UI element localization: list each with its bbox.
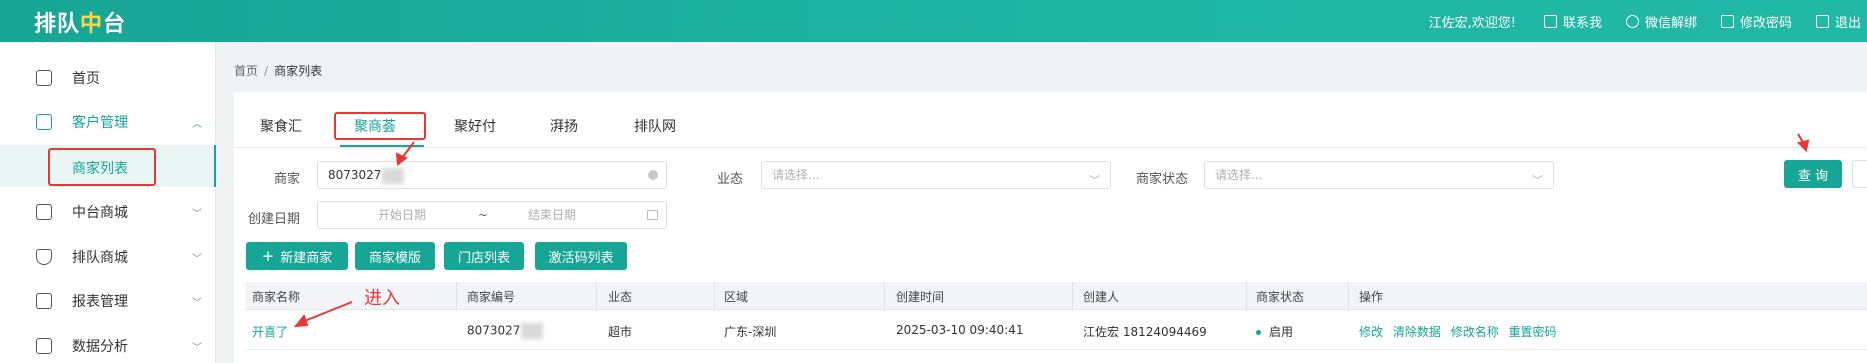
annotation-enter-label: 进入 xyxy=(364,288,400,309)
arrow-enter xyxy=(293,301,353,328)
arrow-tab xyxy=(395,141,415,166)
arrow-query xyxy=(1797,133,1810,152)
annotation-arrows xyxy=(293,133,1810,328)
